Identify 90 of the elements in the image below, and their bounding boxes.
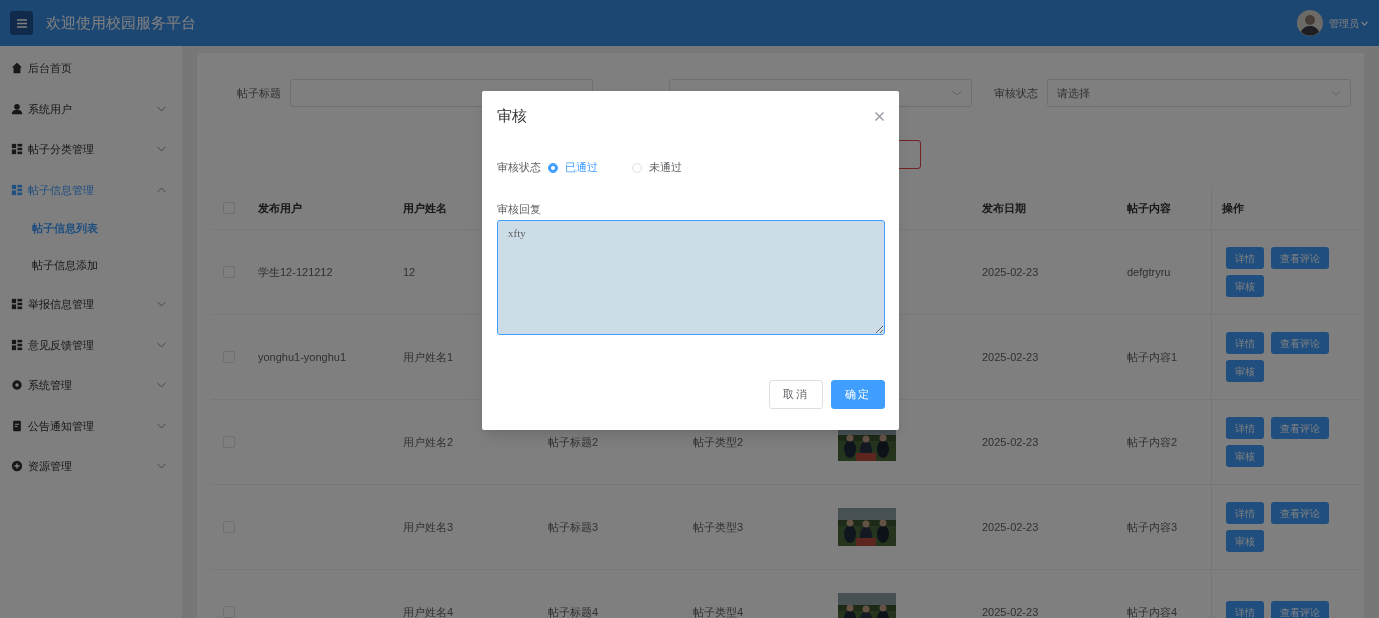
home-icon [11, 62, 23, 75]
field-label: 审核回复 [497, 201, 542, 217]
action-button[interactable]: 查看评论 [1271, 417, 1329, 439]
table-cell-text: 2025-02-23 [982, 434, 1039, 450]
plus-circle-icon [11, 460, 23, 473]
chevron-down-icon [157, 463, 166, 470]
field-label: 审核状态 [497, 160, 541, 176]
sidebar-item[interactable]: 资源管理 [0, 446, 182, 487]
radio-option[interactable]: 已通过 [548, 159, 598, 176]
caret-icon [1361, 20, 1368, 26]
radio-option[interactable]: 未通过 [632, 159, 682, 176]
table-cell-text: 帖子类型3 [693, 519, 744, 535]
column-header: 操作 [1222, 200, 1244, 216]
app-title: 欢迎使用校园服务平台 [46, 12, 196, 33]
sidebar-item[interactable]: 意见反馈管理 [0, 324, 182, 365]
action-button[interactable]: 查看评论 [1271, 332, 1329, 354]
action-button[interactable]: 审核 [1226, 530, 1264, 552]
chevron-down-icon [157, 105, 166, 112]
column-header: 帖子内容 [1127, 200, 1171, 216]
table-cell-text: 帖子标题3 [548, 519, 599, 535]
grid-icon [11, 298, 23, 311]
column-header: 用户姓名 [403, 200, 447, 216]
action-button[interactable]: 查看评论 [1271, 502, 1329, 524]
sidebar-item[interactable]: 举报信息管理 [0, 284, 182, 325]
document-icon [11, 419, 23, 432]
filter-label: 帖子标题 [237, 85, 281, 101]
table-cell-text: 2025-02-23 [982, 264, 1039, 280]
table-cell-text: 帖子标题4 [548, 604, 599, 618]
action-button[interactable]: 详情 [1226, 417, 1264, 439]
chevron-down-icon [157, 341, 166, 348]
table-cell-text: 用户姓名1 [403, 349, 454, 365]
textarea-field[interactable]: xfty [497, 219, 885, 335]
table-cell-text: 帖子内容2 [1127, 434, 1178, 450]
grid-icon [11, 143, 23, 156]
sidebar-item[interactable]: 帖子信息管理 [0, 169, 182, 210]
table-cell-text: 12 [403, 264, 416, 280]
avatar-icon[interactable] [1297, 10, 1323, 36]
sidebar-item[interactable]: 帖子分类管理 [0, 129, 182, 170]
action-button[interactable]: 查看评论 [1271, 601, 1329, 618]
filter-label: 审核状态 [994, 85, 1038, 101]
action-button[interactable]: 审核 [1226, 445, 1264, 467]
dialog-title: 审核 [497, 106, 527, 126]
table-cell-text: 帖子类型2 [693, 434, 744, 450]
action-button[interactable]: 详情 [1226, 332, 1264, 354]
table-cell-text: 用户姓名4 [403, 604, 454, 618]
sidebar-item[interactable]: 后台首页 [0, 48, 182, 89]
menu-icon [16, 18, 27, 28]
table-cell-text: 用户姓名3 [403, 519, 454, 535]
grid-icon [11, 183, 23, 196]
table-cell-text: defgtryru [1127, 264, 1171, 280]
table-cell-text: 2025-02-23 [982, 604, 1039, 618]
user-icon [11, 102, 23, 115]
table-cell-text: 学生12-121212 [258, 264, 333, 280]
table-cell-text: 帖子内容4 [1127, 604, 1178, 618]
column-header: 发布用户 [258, 200, 302, 216]
user-menu[interactable]: 管理员 [1329, 15, 1368, 31]
action-button[interactable]: 审核 [1226, 275, 1264, 297]
chevron-down-icon [952, 90, 962, 96]
chevron-down-icon [157, 422, 166, 429]
table-cell-text: 帖子标题2 [548, 434, 599, 450]
sidebar-item[interactable]: 系统用户 [0, 88, 182, 129]
chevron-up-icon [157, 186, 166, 193]
column-header: 发布日期 [982, 200, 1026, 216]
table-cell-text: 帖子类型4 [693, 604, 744, 618]
gear-icon [11, 379, 23, 392]
action-button[interactable]: 详情 [1226, 601, 1264, 618]
close-icon[interactable] [875, 111, 884, 121]
table-cell-text: 用户姓名2 [403, 434, 454, 450]
table-cell-text: 帖子内容3 [1127, 519, 1178, 535]
chevron-down-icon [157, 146, 166, 153]
chevron-down-icon [1331, 90, 1341, 96]
chevron-down-icon [157, 301, 166, 308]
action-button[interactable]: 详情 [1226, 247, 1264, 269]
confirm-button[interactable]: 确定 [831, 379, 885, 409]
chevron-down-icon [157, 382, 166, 389]
table-cell-text: yonghu1-yonghu1 [258, 349, 347, 365]
action-button[interactable]: 详情 [1226, 502, 1264, 524]
sidebar-subitem[interactable]: 帖子信息列表 [0, 210, 182, 247]
sidebar-item[interactable]: 公告通知管理 [0, 405, 182, 446]
table-cell-text: 帖子内容1 [1127, 349, 1178, 365]
action-button[interactable]: 查看评论 [1271, 247, 1329, 269]
grid-icon [11, 338, 23, 351]
action-button[interactable]: 审核 [1226, 360, 1264, 382]
table-cell-text: 2025-02-23 [982, 349, 1039, 365]
sidebar-item[interactable]: 系统管理 [0, 365, 182, 406]
table-cell-text: 2025-02-23 [982, 519, 1039, 535]
sidebar-subitem[interactable]: 帖子信息添加 [0, 247, 182, 284]
select-field[interactable]: 请选择 [1047, 79, 1351, 107]
menu-button[interactable] [10, 11, 33, 35]
cancel-button[interactable]: 取消 [769, 379, 823, 409]
